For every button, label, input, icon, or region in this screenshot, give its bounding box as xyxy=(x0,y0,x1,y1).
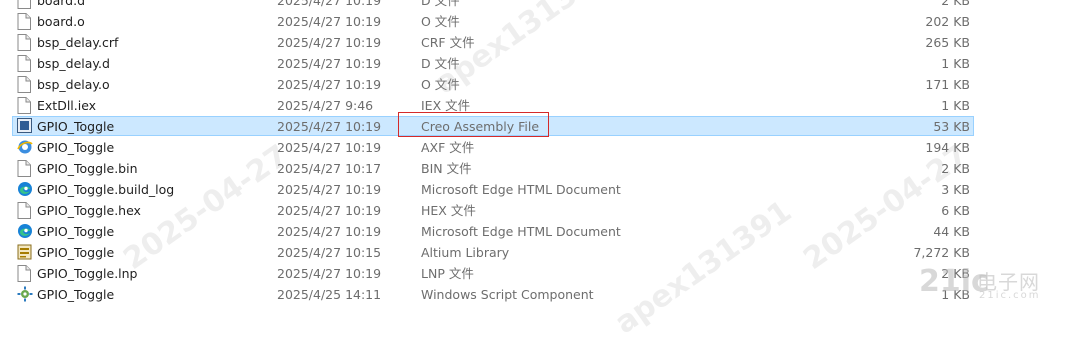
ie-globe-icon xyxy=(17,137,33,158)
generic-file-icon xyxy=(17,0,33,11)
file-name: GPIO_Toggle xyxy=(37,119,115,134)
file-date: 2025/4/27 10:19 xyxy=(277,119,382,134)
generic-file-icon xyxy=(17,200,33,221)
file-size: 2 KB xyxy=(941,0,970,8)
file-name: GPIO_Toggle xyxy=(37,245,115,260)
file-size: 2 KB xyxy=(941,161,970,176)
site-logo: 21ic 电子网 21ic.com xyxy=(919,264,1069,304)
file-date: 2025/4/27 10:19 xyxy=(277,182,382,197)
file-size: 265 KB xyxy=(925,35,970,50)
altium-library-icon xyxy=(17,242,33,263)
generic-file-icon xyxy=(17,11,33,32)
file-type: D 文件 xyxy=(421,56,460,71)
file-size: 7,272 KB xyxy=(913,245,970,260)
file-size: 194 KB xyxy=(925,140,970,155)
creo-assembly-icon xyxy=(17,116,33,137)
generic-file-icon xyxy=(17,53,33,74)
file-type: BIN 文件 xyxy=(421,161,472,176)
file-type: Windows Script Component xyxy=(421,287,594,302)
file-size: 1 KB xyxy=(941,56,970,71)
file-date: 2025/4/27 10:19 xyxy=(277,14,382,29)
file-type: HEX 文件 xyxy=(421,203,476,218)
generic-file-icon xyxy=(17,263,33,284)
file-row[interactable]: bsp_delay.crf 2025/4/27 10:19 CRF 文件 265 KB xyxy=(0,32,1077,53)
highlight-box xyxy=(398,112,549,137)
file-date: 2025/4/27 9:46 xyxy=(277,98,374,113)
file-row[interactable]: bsp_delay.d 2025/4/27 10:19 D 文件 1 KB xyxy=(0,53,1077,74)
generic-file-icon xyxy=(17,32,33,53)
file-size: 6 KB xyxy=(941,203,970,218)
file-size: 53 KB xyxy=(933,119,970,134)
file-date: 2025/4/27 10:19 xyxy=(277,0,382,8)
file-type: O 文件 xyxy=(421,77,460,92)
file-type: CRF 文件 xyxy=(421,35,475,50)
file-type: D 文件 xyxy=(421,0,460,8)
file-name: GPIO_Toggle xyxy=(37,224,115,239)
file-name: GPIO_Toggle.build_log xyxy=(37,182,175,197)
file-row[interactable]: GPIO_Toggle.build_log 2025/4/27 10:19 Micr… xyxy=(0,179,1077,200)
file-name: bsp_delay.o xyxy=(37,77,110,92)
file-name: bsp_delay.crf xyxy=(37,35,119,50)
file-list: board.d 2025/4/27 10:19 D 文件 2 KB board.o 202… xyxy=(0,0,1077,305)
file-type: LNP 文件 xyxy=(421,266,474,281)
file-date: 2025/4/27 10:19 xyxy=(277,140,382,155)
file-type: Altium Library xyxy=(421,245,510,260)
file-date: 2025/4/27 10:19 xyxy=(277,203,382,218)
file-date: 2025/4/27 10:15 xyxy=(277,245,382,260)
file-type: AXF 文件 xyxy=(421,140,475,155)
file-type: O 文件 xyxy=(421,14,460,29)
file-date: 2025/4/27 10:19 xyxy=(277,266,382,281)
generic-file-icon xyxy=(17,158,33,179)
file-type: Microsoft Edge HTML Document xyxy=(421,224,621,239)
file-date: 2025/4/27 10:17 xyxy=(277,161,382,176)
file-date: 2025/4/27 10:19 xyxy=(277,56,382,71)
file-name: board.d xyxy=(37,0,86,8)
file-row[interactable]: board.o 2025/4/27 10:19 O 文件 202 KB xyxy=(0,11,1077,32)
generic-file-icon xyxy=(17,74,33,95)
file-row[interactable]: GPIO_Toggle 2025/4/25 14:11 Windows Script… xyxy=(0,284,1077,305)
file-name: bsp_delay.d xyxy=(37,56,110,71)
edge-browser-icon xyxy=(17,221,33,242)
file-name: GPIO_Toggle.lnp xyxy=(37,266,138,281)
file-row[interactable]: board.d 2025/4/27 10:19 D 文件 2 KB xyxy=(0,0,1077,11)
file-name: board.o xyxy=(37,14,85,29)
file-name: GPIO_Toggle xyxy=(37,287,115,302)
file-size: 171 KB xyxy=(925,77,970,92)
file-name: ExtDll.iex xyxy=(37,98,97,113)
file-name: GPIO_Toggle xyxy=(37,140,115,155)
file-row[interactable]: GPIO_Toggle.bin 2025/4/27 10:17 BIN 文件 2 KB xyxy=(0,158,1077,179)
file-size: 1 KB xyxy=(941,98,970,113)
file-date: 2025/4/25 14:11 xyxy=(277,287,382,302)
file-type: Microsoft Edge HTML Document xyxy=(421,182,621,197)
file-row[interactable]: GPIO_Toggle 2025/4/27 10:19 Microsoft Edge… xyxy=(0,221,1077,242)
file-size: 202 KB xyxy=(925,14,970,29)
file-size: 3 KB xyxy=(941,182,970,197)
file-row[interactable]: GPIO_Toggle.lnp 2025/4/27 10:19 LNP 文件 2 KB xyxy=(0,263,1077,284)
script-component-icon xyxy=(17,284,33,305)
file-row[interactable]: GPIO_Toggle.hex 2025/4/27 10:19 HEX 文件 6 KB xyxy=(0,200,1077,221)
logo-domain: 21ic.com xyxy=(979,290,1041,301)
file-date: 2025/4/27 10:19 xyxy=(277,77,382,92)
file-row[interactable]: GPIO_Toggle 2025/4/27 10:15 Altium Library… xyxy=(0,242,1077,263)
file-name: GPIO_Toggle.bin xyxy=(37,161,138,176)
file-date: 2025/4/27 10:19 xyxy=(277,35,382,50)
generic-file-icon xyxy=(17,95,33,116)
file-name: GPIO_Toggle.hex xyxy=(37,203,141,218)
edge-browser-icon xyxy=(17,179,33,200)
file-row[interactable]: bsp_delay.o 2025/4/27 10:19 O 文件 171 KB xyxy=(0,74,1077,95)
file-date: 2025/4/27 10:19 xyxy=(277,224,382,239)
file-size: 44 KB xyxy=(933,224,970,239)
file-row[interactable]: GPIO_Toggle 2025/4/27 10:19 AXF 文件 194 KB xyxy=(0,137,1077,158)
